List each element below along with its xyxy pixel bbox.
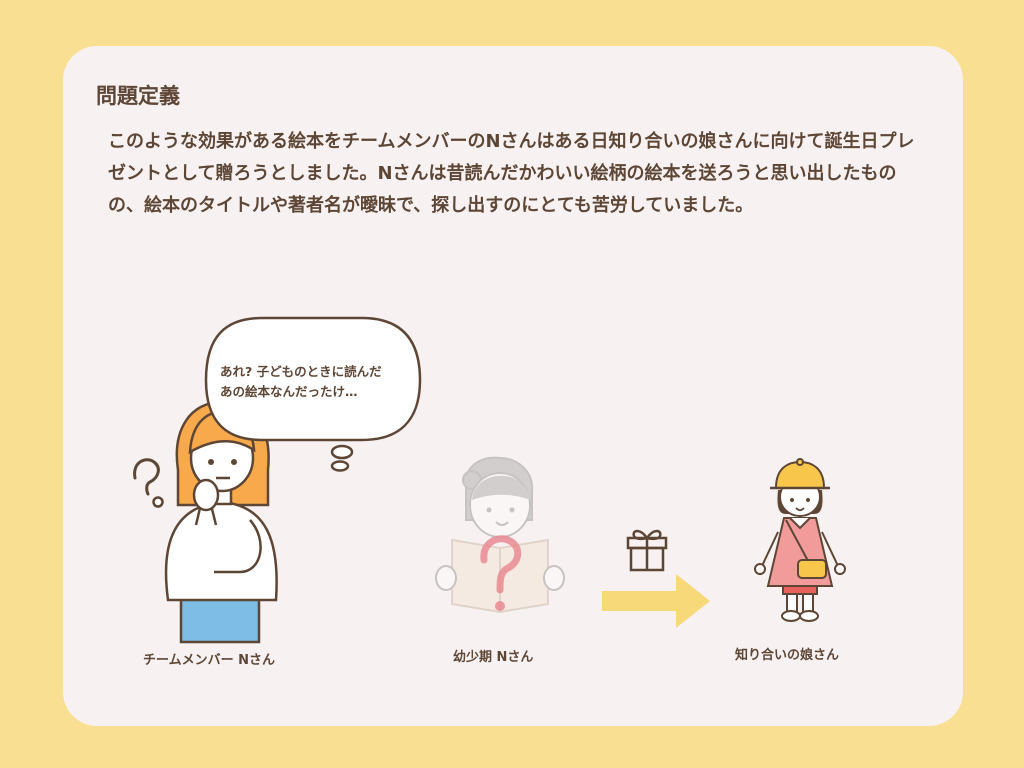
daughter-illustration <box>754 458 846 622</box>
caption-team-member: チームメンバー Nさん <box>143 653 276 668</box>
caption-child-n: 幼少期 Nさん <box>453 650 534 665</box>
question-mark-icon <box>133 458 164 508</box>
speech-bubble-text: あれ? 子どものときに読んだ あの絵本なんだったけ… <box>220 364 382 399</box>
arrow-right-icon <box>602 574 710 628</box>
gift-icon <box>626 529 668 572</box>
caption-daughter: 知り合いの娘さん <box>735 648 840 663</box>
